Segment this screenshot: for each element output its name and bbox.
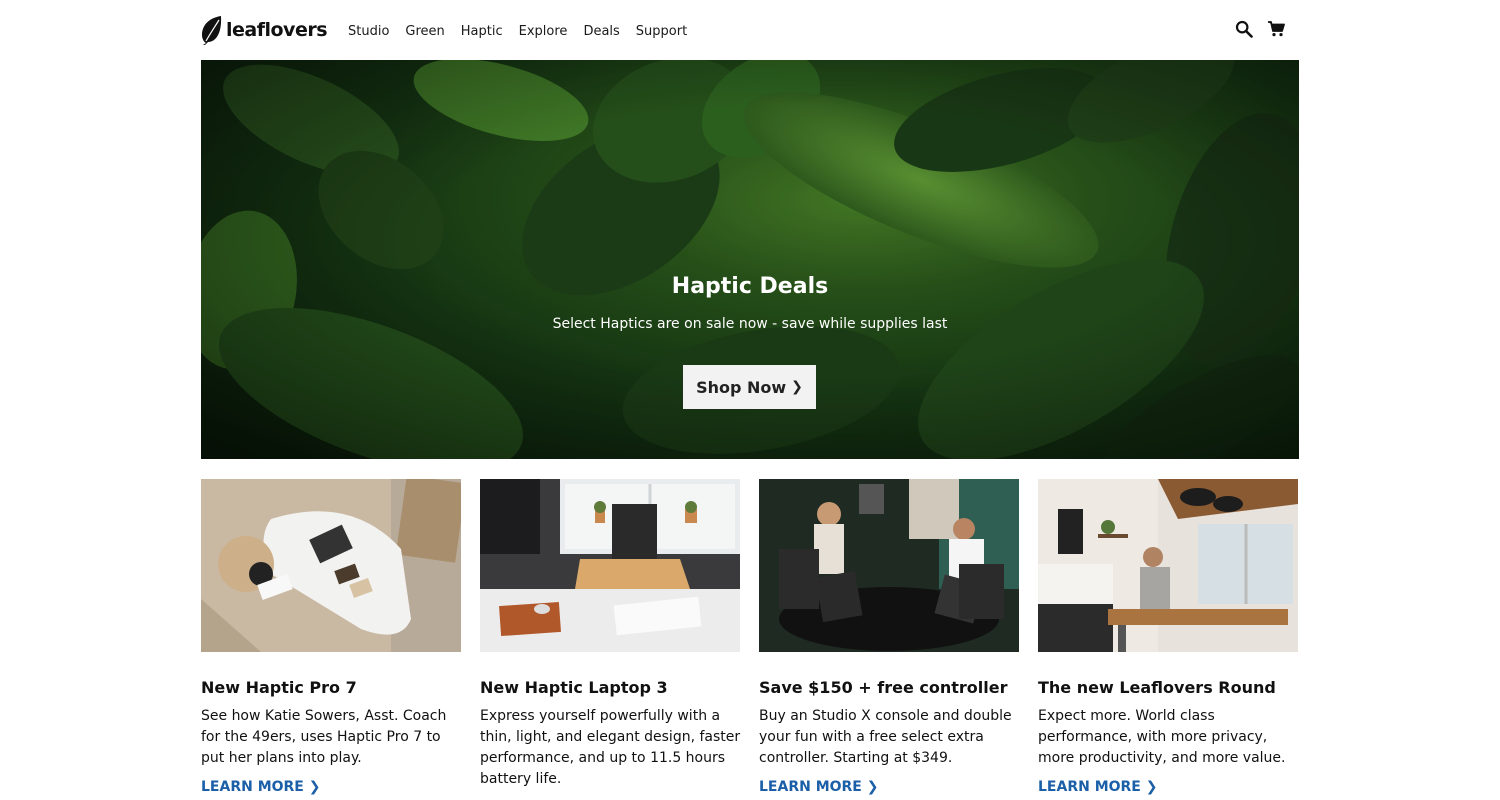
card-image-laptop-desk[interactable] [480,479,740,652]
nav-item-green[interactable]: Green [405,24,444,39]
learn-more-label: LEARN MORE [759,779,862,795]
chevron-right-icon: ❯ [791,379,803,395]
brand-logo[interactable]: leaflovers [201,15,328,45]
leaf-logo-icon [202,16,222,45]
nav-item-haptic[interactable]: Haptic [461,24,503,39]
card-description: Buy an Studio X console and double your … [759,708,1012,766]
main-nav: Studio Green Haptic Explore Deals Suppor… [348,24,703,39]
shop-now-label: Shop Now [696,377,787,397]
learn-more-label: LEARN MORE [201,779,304,795]
card-image-kitchen[interactable] [1038,479,1298,652]
card-haptic-pro-7: New Haptic Pro 7 See how Katie Sowers, A… [201,479,461,795]
nav-item-explore[interactable]: Explore [519,24,568,39]
learn-more-link[interactable]: LEARN MORE ❯ [1038,779,1157,795]
header-actions [1235,20,1285,38]
hero-title: Haptic Deals [671,274,829,299]
chevron-right-icon: ❯ [1145,779,1158,795]
learn-more-link[interactable]: LEARN MORE ❯ [201,779,320,795]
cart-icon[interactable] [1267,20,1285,38]
card-leaflovers-round: The new Leaflovers Round Expect more. Wo… [1038,479,1298,795]
site-header: leaflovers Studio Green Haptic Explore D… [201,0,1299,60]
card-image-living-room[interactable] [759,479,1019,652]
nav-item-studio[interactable]: Studio [348,24,389,39]
hero-banner: Haptic Deals Select Haptics are on sale … [201,60,1299,459]
card-title: New Haptic Pro 7 [201,678,357,697]
shop-now-button[interactable]: Shop Now ❯ [683,365,816,409]
search-icon[interactable] [1235,20,1253,38]
nav-item-deals[interactable]: Deals [583,24,619,39]
card-image-desk-overhead[interactable] [201,479,461,652]
chevron-right-icon: ❯ [308,779,321,795]
card-title: New Haptic Laptop 3 [480,678,668,697]
hero-subtitle: Select Haptics are on sale now - save wh… [552,316,948,332]
nav-item-support[interactable]: Support [636,24,687,39]
learn-more-link[interactable]: LEARN MORE ❯ [759,779,878,795]
card-description: Expect more. World class performance, wi… [1038,708,1286,766]
card-description: See how Katie Sowers, Asst. Coach for th… [201,708,447,766]
chevron-right-icon: ❯ [866,779,879,795]
card-title: The new Leaflovers Round [1038,678,1276,697]
card-title: Save $150 + free controller [759,678,1008,697]
card-haptic-laptop-3: New Haptic Laptop 3 Express yourself pow… [480,479,740,787]
learn-more-label: LEARN MORE [1038,779,1141,795]
card-save-150: Save $150 + free controller Buy an Studi… [759,479,1019,795]
brand-name: leaflovers [226,19,328,41]
card-description: Express yourself powerfully with a thin,… [480,708,741,787]
